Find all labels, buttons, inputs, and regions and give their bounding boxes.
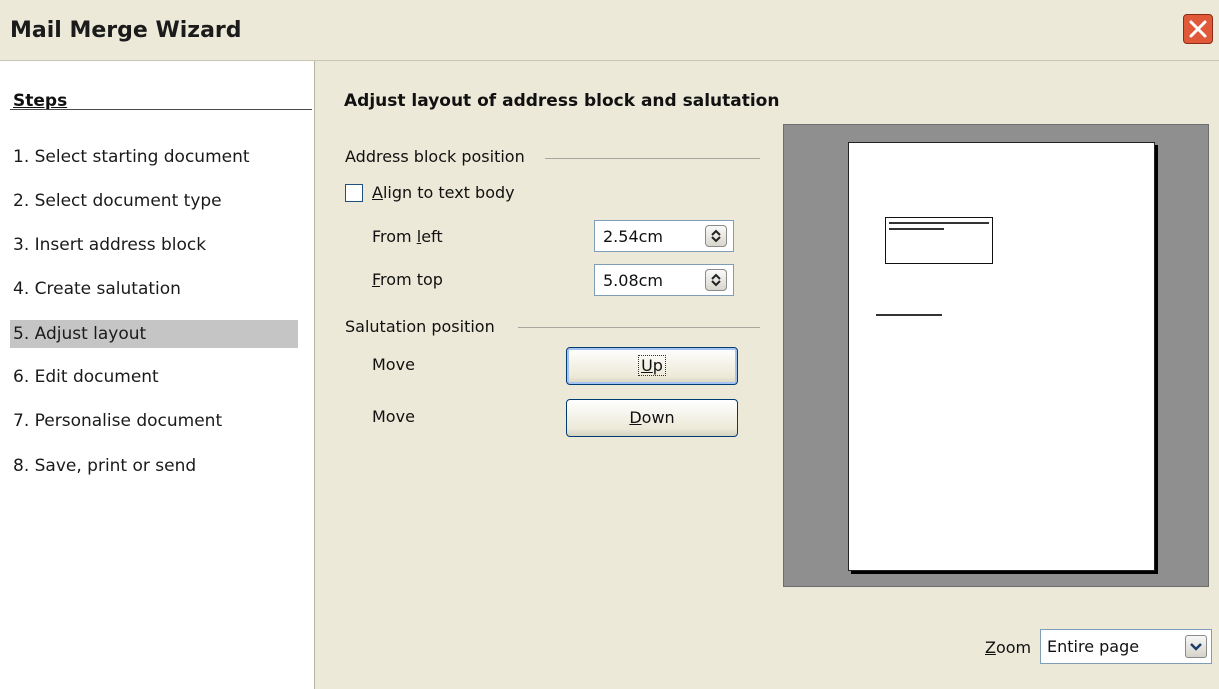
from-top-label-post: rom top <box>380 270 443 289</box>
spinner-icon <box>711 273 721 287</box>
from-top-spinner[interactable] <box>705 269 727 291</box>
preview-salutation-line <box>876 314 942 316</box>
step-edit-document[interactable]: 6. Edit document <box>10 363 298 391</box>
salutation-group-label: Salutation position <box>345 317 495 336</box>
from-top-value: 5.08cm <box>603 271 664 290</box>
steps-pane: Steps 1. Select starting document 2. Sel… <box>0 61 315 689</box>
step-select-document-type[interactable]: 2. Select document type <box>10 187 298 215</box>
move-up-button-label: Up <box>638 355 666 376</box>
preview-address-block[interactable] <box>885 217 993 264</box>
steps-heading: Steps <box>13 91 68 111</box>
from-top-field[interactable]: 5.08cm <box>594 264 734 296</box>
salutation-group-line <box>518 327 760 328</box>
from-left-value: 2.54cm <box>603 227 664 246</box>
step-create-salutation[interactable]: 4. Create salutation <box>10 275 298 303</box>
spinner-icon <box>711 229 721 243</box>
step-adjust-layout[interactable]: 5. Adjust layout <box>10 320 298 348</box>
step-insert-address-block[interactable]: 3. Insert address block <box>10 231 298 259</box>
align-to-text-body-label[interactable]: Align to text body <box>372 183 515 202</box>
down-label-rest: own <box>641 408 675 427</box>
zoom-dropdown-button[interactable] <box>1185 635 1207 658</box>
zoom-label: Zoom <box>985 638 1031 657</box>
from-left-label: From left <box>372 227 443 246</box>
preview-page <box>848 142 1155 571</box>
preview-address-line <box>889 228 944 230</box>
address-block-group-line <box>545 158 760 159</box>
up-mnemonic: U <box>641 356 653 375</box>
from-left-spinner[interactable] <box>705 225 727 247</box>
align-label-rest: lign to text body <box>382 183 515 202</box>
up-label-rest: p <box>652 356 663 375</box>
zoom-mnemonic: Z <box>985 638 996 657</box>
step-personalise-document[interactable]: 7. Personalise document <box>10 407 298 435</box>
step-save-print-send[interactable]: 8. Save, print or send <box>10 452 298 480</box>
chevron-down-icon <box>1190 643 1202 651</box>
zoom-label-rest: oom <box>995 638 1032 657</box>
step-select-starting-document[interactable]: 1. Select starting document <box>10 143 298 171</box>
window-title: Mail Merge Wizard <box>10 18 242 43</box>
close-icon <box>1189 20 1207 38</box>
title-bar[interactable]: Mail Merge Wizard <box>0 0 1219 61</box>
address-block-group-label: Address block position <box>345 147 525 166</box>
align-mnemonic: A <box>372 183 383 202</box>
from-left-label-post: eft <box>421 227 443 246</box>
steps-divider <box>10 109 312 110</box>
down-mnemonic: D <box>629 408 642 427</box>
layout-preview[interactable] <box>783 124 1209 587</box>
move-down-label: Move <box>372 407 415 426</box>
zoom-value: Entire page <box>1047 637 1140 656</box>
move-down-button[interactable]: Down <box>566 399 738 437</box>
close-button[interactable] <box>1183 14 1213 44</box>
main-pane: Adjust layout of address block and salut… <box>315 61 1219 689</box>
align-to-text-body-checkbox[interactable] <box>345 184 363 202</box>
zoom-select[interactable]: Entire page <box>1040 629 1212 664</box>
page-title: Adjust layout of address block and salut… <box>344 91 780 111</box>
from-top-label: From top <box>372 270 443 289</box>
from-left-label-pre: From <box>372 227 417 246</box>
preview-address-line <box>889 222 989 224</box>
move-up-button[interactable]: Up <box>566 347 738 385</box>
from-top-mnemonic: F <box>372 270 381 289</box>
from-left-field[interactable]: 2.54cm <box>594 220 734 252</box>
mail-merge-wizard-dialog: Mail Merge Wizard Steps 1. Select starti… <box>0 0 1219 689</box>
move-up-label: Move <box>372 355 415 374</box>
